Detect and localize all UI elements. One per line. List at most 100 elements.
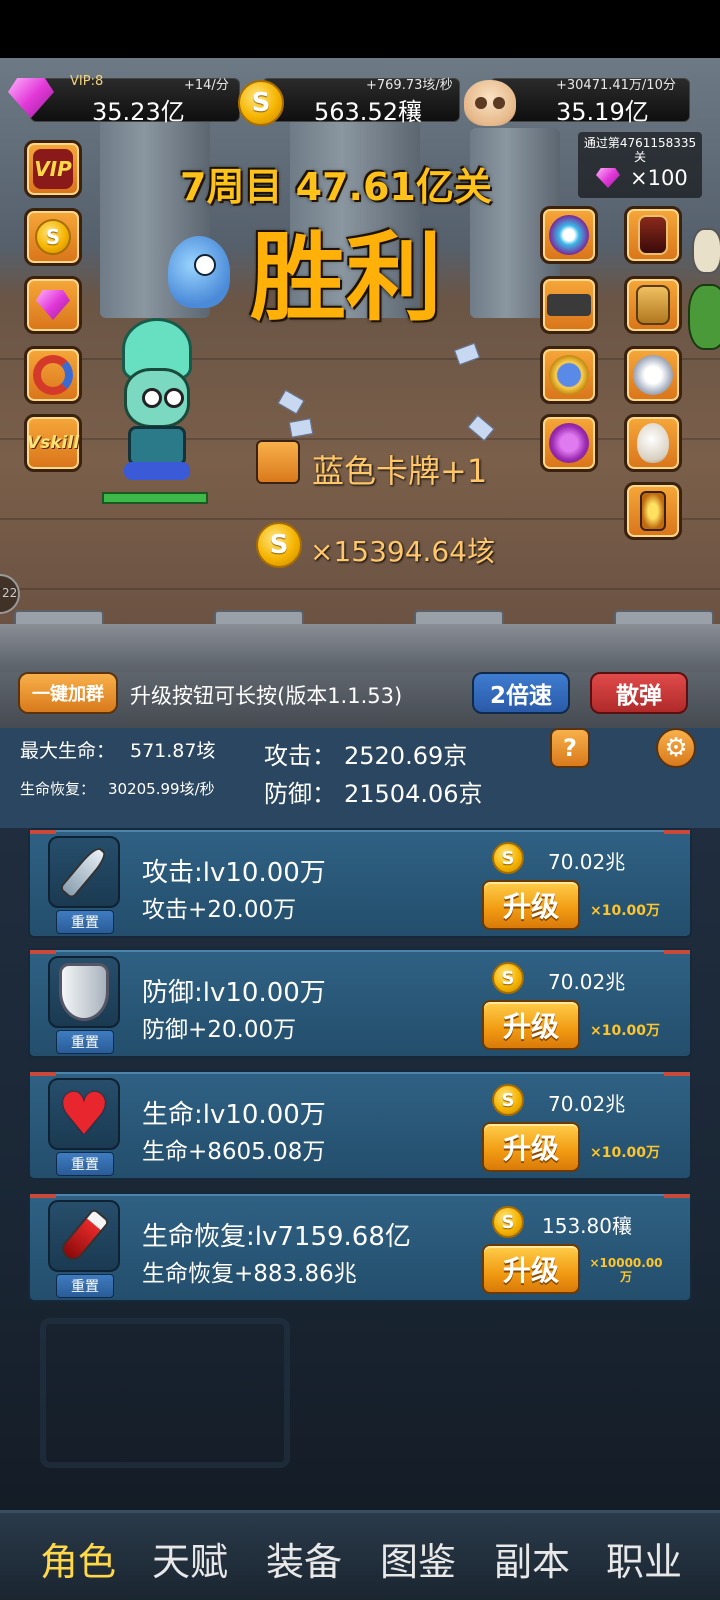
upgrade-effect-attack: 攻击+20.00万 bbox=[142, 897, 297, 923]
coin-icon: S bbox=[238, 80, 284, 126]
gem-amount: 35.23亿 bbox=[92, 98, 185, 126]
skull-icon bbox=[464, 80, 516, 126]
card-reward-text: 蓝色卡牌+1 bbox=[312, 452, 488, 490]
reset-button-health[interactable]: 重置 bbox=[56, 1152, 114, 1176]
attack-label: 攻击： bbox=[264, 742, 336, 770]
nav-tab-talent[interactable]: 天赋 bbox=[152, 1531, 228, 1586]
purple-bowl-icon bbox=[549, 423, 589, 463]
card-icon bbox=[638, 215, 668, 255]
egg-icon bbox=[637, 423, 669, 463]
gem-shop-button[interactable] bbox=[24, 276, 82, 334]
magnet-icon bbox=[33, 355, 73, 395]
victory-text: 胜利 bbox=[250, 222, 442, 334]
skull-amount: 35.19亿 bbox=[556, 98, 649, 126]
coin-shop-button[interactable]: S bbox=[24, 208, 82, 266]
anvil-button[interactable] bbox=[540, 276, 598, 334]
upgrade-effect-regen: 生命恢复+883.86兆 bbox=[142, 1261, 357, 1287]
help-button[interactable]: ? bbox=[550, 728, 590, 768]
upgrade-list: 重置 攻击:lv10.00万 攻击+20.00万 S 70.02兆 升级 ×10… bbox=[0, 828, 720, 1510]
upgrade-level-attack: 攻击:lv10.00万 bbox=[142, 858, 326, 888]
settings-button[interactable]: ⚙ bbox=[656, 728, 696, 768]
monster-eye-button[interactable] bbox=[540, 206, 598, 264]
player-hero bbox=[114, 318, 198, 488]
stopwatch-icon bbox=[549, 355, 589, 395]
upgrade-card-health: ♥ 重置 生命:lv10.00万 生命+8605.08万 S 70.02兆 升级… bbox=[28, 1070, 692, 1180]
gear-icon: ⚙ bbox=[664, 733, 688, 763]
potion-icon bbox=[48, 1200, 120, 1272]
skull-rate: +30471.41万/10分 bbox=[556, 78, 676, 93]
bottom-nav: 角色 天赋 装备 图鉴 副本 职业 bbox=[0, 1510, 720, 1600]
max-hp-label: 最大生命： bbox=[20, 740, 116, 762]
vip-level: VIP:8 bbox=[70, 74, 104, 89]
stopwatch-button[interactable] bbox=[540, 346, 598, 404]
eye-monster-icon bbox=[549, 215, 589, 255]
nav-tab-codex[interactable]: 图鉴 bbox=[380, 1531, 456, 1586]
nav-tab-character[interactable]: 角色 bbox=[40, 1531, 116, 1586]
upgrade-multiplier-attack[interactable]: ×10.00万 bbox=[590, 900, 660, 920]
gem-rate: +14/分 bbox=[184, 78, 229, 93]
card-deck-button[interactable] bbox=[624, 206, 682, 264]
egg-button[interactable] bbox=[624, 414, 682, 472]
nav-tab-equipment[interactable]: 装备 bbox=[266, 1531, 342, 1586]
pass-reward-box[interactable]: 通过第4761158335关 ×100 bbox=[578, 132, 702, 198]
cards-icon bbox=[636, 285, 670, 325]
defense-label: 防御： bbox=[264, 780, 336, 808]
upgrade-button-defense[interactable]: 升级 bbox=[482, 1000, 580, 1050]
upgrade-card-defense: 重置 防御:lv10.00万 防御+20.00万 S 70.02兆 升级 ×10… bbox=[28, 948, 692, 1058]
regen-label: 生命恢复： bbox=[20, 780, 96, 798]
shield-icon bbox=[48, 956, 120, 1028]
heart-icon: ♥ bbox=[48, 1078, 120, 1150]
upgrade-level-health: 生命:lv10.00万 bbox=[142, 1100, 326, 1130]
upgrade-button-regen[interactable]: 升级 bbox=[482, 1244, 580, 1294]
gem-icon bbox=[596, 168, 620, 188]
gem-icon bbox=[36, 290, 70, 320]
coin-rate: +769.73垓/秒 bbox=[366, 78, 453, 93]
nav-tab-class[interactable]: 职业 bbox=[606, 1531, 682, 1586]
defense-value: 21504.06京 bbox=[344, 780, 483, 808]
magnet-button[interactable] bbox=[24, 346, 82, 404]
upgrade-multiplier-defense[interactable]: ×10.00万 bbox=[590, 1020, 660, 1040]
scatter-shot-button[interactable]: 散弹 bbox=[590, 672, 688, 714]
card-reward-icon bbox=[256, 440, 300, 484]
coin-icon: S bbox=[492, 842, 524, 874]
vip-button[interactable]: VIP bbox=[24, 140, 82, 198]
upgrade-multiplier-regen[interactable]: ×10000.00万 bbox=[586, 1256, 666, 1284]
reset-button-attack[interactable]: 重置 bbox=[56, 910, 114, 934]
upgrade-effect-defense: 防御+20.00万 bbox=[142, 1017, 297, 1043]
reset-button-defense[interactable]: 重置 bbox=[56, 1030, 114, 1054]
side-drawer-badge: 22 bbox=[2, 586, 18, 600]
info-strip: 一键加群 升级按钮可长按(版本1.1.53) 2倍速 散弹 bbox=[0, 672, 720, 728]
upgrade-cost-regen: 153.80穰 bbox=[542, 1214, 632, 1238]
nav-tab-dungeon[interactable]: 副本 bbox=[494, 1531, 570, 1586]
coin-reward-text: ×15394.64垓 bbox=[310, 535, 496, 568]
anvil-icon bbox=[547, 294, 591, 316]
coin-icon: S bbox=[35, 219, 71, 255]
regen-value: 30205.99垓/秒 bbox=[108, 780, 215, 798]
join-group-button[interactable]: 一键加群 bbox=[18, 672, 118, 714]
vskill-icon: Vskill bbox=[26, 433, 80, 453]
upgrade-level-regen: 生命恢复:lv7159.68亿 bbox=[142, 1222, 411, 1252]
version-hint: 升级按钮可长按(版本1.1.53) bbox=[130, 684, 403, 708]
chest-decoration bbox=[40, 1318, 290, 1468]
double-speed-button[interactable]: 2倍速 bbox=[472, 672, 570, 714]
upgrade-card-regen: 重置 生命恢复:lv7159.68亿 生命恢复+883.86兆 S 153.80… bbox=[28, 1192, 692, 1302]
potion-bowl-button[interactable] bbox=[540, 414, 598, 472]
coin-icon: S bbox=[492, 1084, 524, 1116]
pass-reward-amount: ×100 bbox=[630, 166, 688, 190]
knife-icon bbox=[48, 836, 120, 908]
upgrade-button-attack[interactable]: 升级 bbox=[482, 880, 580, 930]
enemy-goblin bbox=[688, 284, 720, 350]
reset-button-regen[interactable]: 重置 bbox=[56, 1274, 114, 1298]
lantern-button[interactable] bbox=[624, 482, 682, 540]
cards-button[interactable] bbox=[624, 276, 682, 334]
coin-amount: 563.52穰 bbox=[314, 98, 422, 126]
pass-reward-text: 通过第4761158335关 bbox=[583, 136, 697, 164]
upgrade-multiplier-health[interactable]: ×10.00万 bbox=[590, 1142, 660, 1162]
stats-panel: 最大生命： 571.87垓 生命恢复： 30205.99垓/秒 攻击： 2520… bbox=[0, 728, 720, 828]
robot-icon bbox=[633, 355, 673, 395]
lantern-icon bbox=[640, 491, 666, 531]
coin-icon: S bbox=[492, 962, 524, 994]
vskill-button[interactable]: Vskill bbox=[24, 414, 82, 472]
upgrade-button-health[interactable]: 升级 bbox=[482, 1122, 580, 1172]
robot-button[interactable] bbox=[624, 346, 682, 404]
